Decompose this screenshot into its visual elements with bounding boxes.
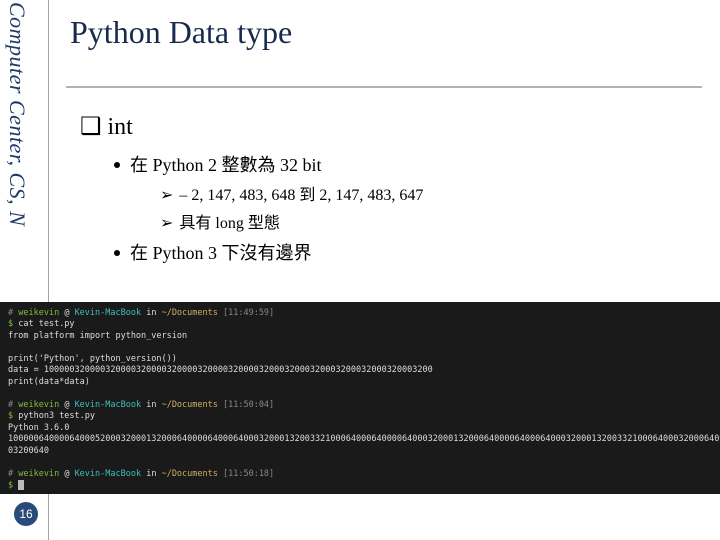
section-heading: ❑ int <box>80 112 700 141</box>
arrow-icon: ➢ <box>160 215 173 232</box>
bullet-py2: 在 Python 2 整數為 32 bit <box>114 151 700 177</box>
slide: Computer Center, CS, N Python Data type … <box>0 0 720 540</box>
square-bullet-icon: ❑ <box>80 113 102 140</box>
section-label: int <box>108 114 133 140</box>
sidebar-institution: Computer Center, CS, N <box>4 2 30 226</box>
arrow-icon: ➢ <box>160 187 173 204</box>
subbullet-long: ➢具有 long 型態 <box>160 209 700 233</box>
page-number: 16 <box>14 502 38 526</box>
content-area: ❑ int 在 Python 2 整數為 32 bit ➢– 2, 147, 4… <box>80 112 700 265</box>
bullet-py3: 在 Python 3 下沒有邊界 <box>114 239 700 265</box>
slide-title: Python Data type <box>70 14 292 51</box>
cursor-icon <box>18 480 24 490</box>
terminal-screenshot: # weikevin @ Kevin-MacBook in ~/Document… <box>0 302 720 494</box>
dot-icon <box>114 162 120 168</box>
horizontal-rule <box>66 86 702 88</box>
subbullet-range: ➢– 2, 147, 483, 648 到 2, 147, 483, 647 <box>160 181 700 205</box>
dot-icon <box>114 250 120 256</box>
